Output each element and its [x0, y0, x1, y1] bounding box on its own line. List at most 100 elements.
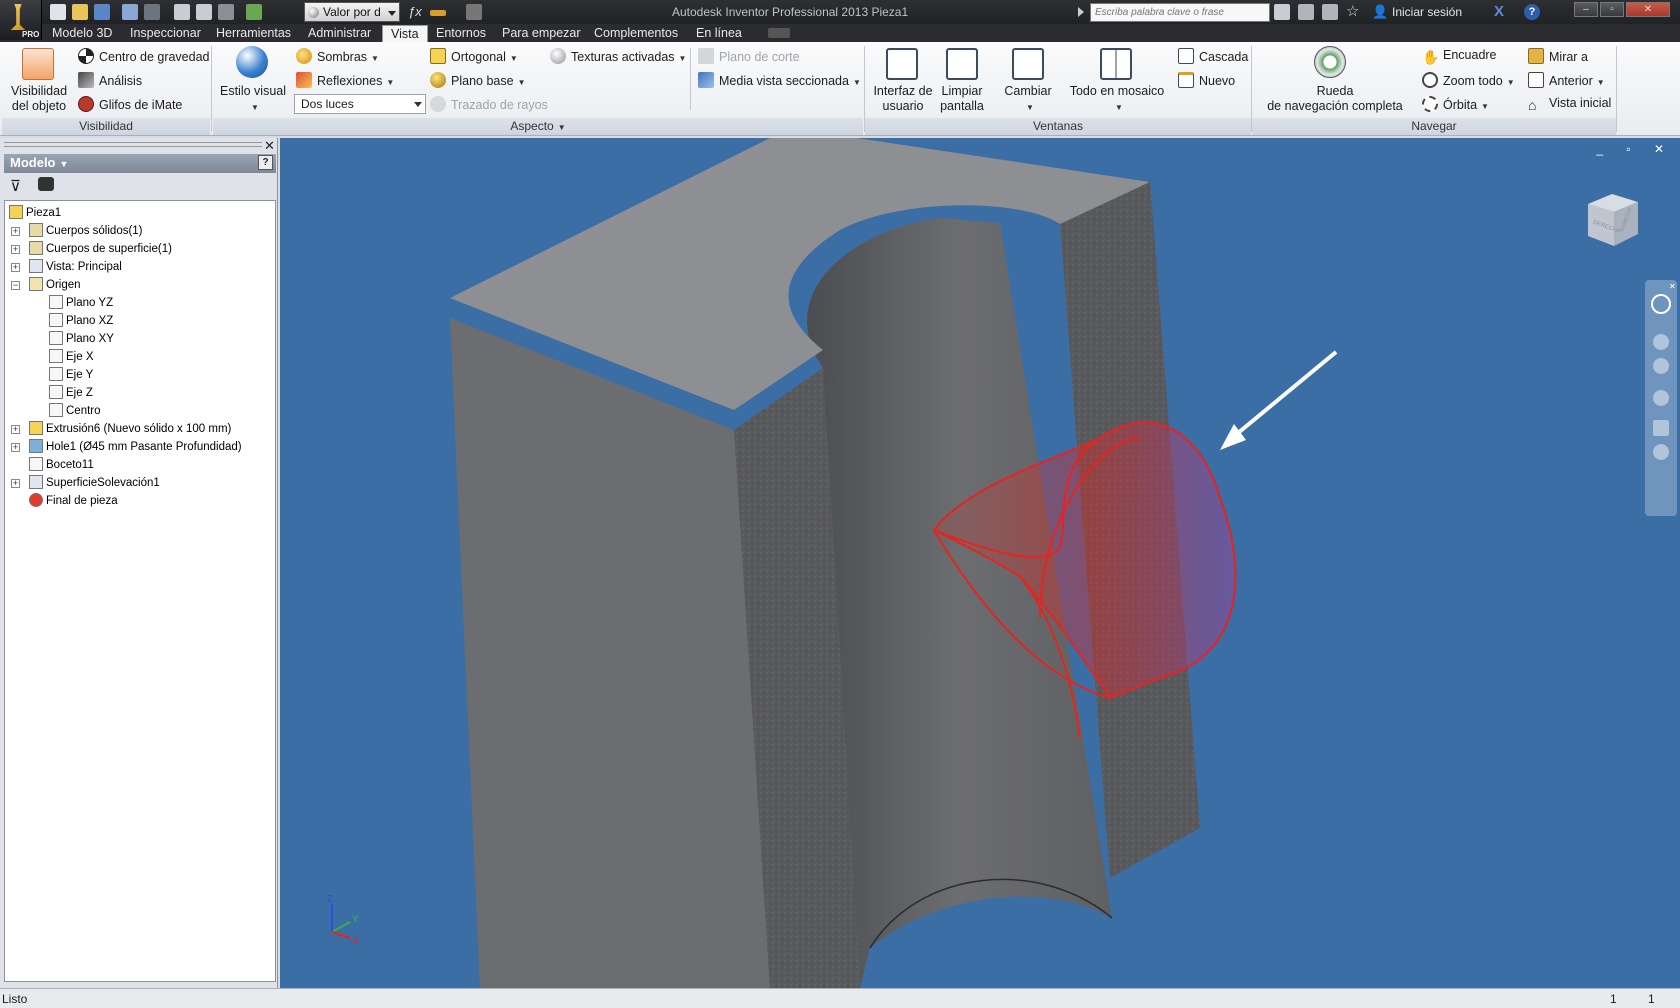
- minimize-button[interactable]: –: [1574, 2, 1598, 17]
- tree-node[interactable]: Plano XZ: [49, 313, 113, 330]
- tab-herramientas[interactable]: Herramientas: [208, 25, 299, 42]
- tree-node[interactable]: Boceto11: [29, 457, 94, 474]
- viewcube[interactable]: DERECHA DERECHA: [1580, 188, 1644, 252]
- help-icon[interactable]: ?: [258, 155, 273, 170]
- tree-node[interactable]: Hole1 (Ø45 mm Pasante Profundidad): [29, 439, 242, 456]
- ground-plane-button[interactable]: Plano base ▼: [430, 72, 525, 88]
- imate-glyphs-button[interactable]: Glifos de iMate: [78, 96, 182, 112]
- tree-node[interactable]: Cuerpos sólidos(1): [29, 223, 143, 240]
- print-icon[interactable]: [174, 4, 190, 20]
- visual-style-icon[interactable]: [236, 46, 268, 78]
- close-window-button[interactable]: ✕: [1626, 2, 1670, 17]
- full-navigation-wheel-button[interactable]: Rueda de navegación completa: [1260, 84, 1410, 114]
- color-override-icon[interactable]: [430, 10, 446, 16]
- new-window-button[interactable]: Nuevo: [1178, 72, 1235, 88]
- appearance-nav-icon[interactable]: [1653, 444, 1669, 460]
- tree-expander-icon[interactable]: +: [11, 479, 20, 488]
- tree-node[interactable]: Plano YZ: [49, 295, 113, 312]
- app-menu-button[interactable]: PRO: [0, 0, 42, 40]
- update-icon[interactable]: [246, 4, 262, 20]
- properties-icon[interactable]: [196, 4, 212, 20]
- orbit-nav-icon[interactable]: [1653, 390, 1669, 406]
- orthographic-button[interactable]: Ortogonal ▼: [430, 48, 518, 64]
- tools-icon[interactable]: [1322, 4, 1338, 20]
- orbit-button[interactable]: Órbita ▼: [1422, 96, 1489, 112]
- tree-node[interactable]: Final de pieza: [29, 493, 118, 510]
- navbar-close-icon[interactable]: ✕: [1669, 282, 1676, 291]
- tab-administrar[interactable]: Administrar: [300, 25, 379, 42]
- exchange-icon[interactable]: X: [1494, 4, 1510, 20]
- lighting-style-dropdown[interactable]: Dos luces: [294, 94, 426, 114]
- tree-expander-icon[interactable]: +: [11, 263, 20, 272]
- save-icon[interactable]: [94, 4, 110, 20]
- ribbon-display-toggle-icon[interactable]: [768, 28, 790, 38]
- clean-screen-icon[interactable]: [946, 48, 978, 80]
- undo-icon[interactable]: [122, 4, 138, 20]
- ray-tracing-button[interactable]: Trazado de rayos: [430, 96, 548, 112]
- look-at-nav-icon[interactable]: [1653, 420, 1669, 436]
- home-view-button[interactable]: ⌂ Vista inicial: [1528, 96, 1611, 113]
- object-visibility-button[interactable]: Visibilidad del objeto: [6, 84, 72, 114]
- user-interface-button[interactable]: Interfaz de usuario: [870, 84, 936, 114]
- tree-node[interactable]: Eje Y: [49, 367, 93, 384]
- tree-node[interactable]: Extrusión6 (Nuevo sólido x 100 mm): [29, 421, 231, 438]
- object-visibility-icon[interactable]: [22, 48, 54, 80]
- tree-node[interactable]: Eje Z: [49, 385, 93, 402]
- part-front-face[interactable]: [450, 318, 770, 988]
- close-icon[interactable]: ✕: [264, 138, 275, 154]
- maximize-button[interactable]: ▫: [1600, 2, 1624, 17]
- look-at-button[interactable]: Mirar a: [1528, 48, 1588, 64]
- search-input[interactable]: Escriba palabra clave o frase: [1090, 3, 1270, 22]
- tab-en-linea[interactable]: En línea: [688, 25, 750, 42]
- steering-wheel-nav-icon[interactable]: [1651, 294, 1671, 314]
- pan-nav-icon[interactable]: [1653, 334, 1669, 350]
- tree-node[interactable]: Vista: Principal: [29, 259, 122, 276]
- tile-all-button[interactable]: Todo en mosaico ▼: [1066, 84, 1168, 115]
- model-canvas[interactable]: Z Y X: [280, 138, 1680, 988]
- filter-icon[interactable]: ⊽: [10, 177, 21, 195]
- steering-wheel-icon[interactable]: [1314, 46, 1346, 78]
- tree-node[interactable]: Cuerpos de superficie(1): [29, 241, 172, 258]
- tree-node[interactable]: Origen: [29, 277, 81, 294]
- pan-button[interactable]: ✋ Encuadre: [1422, 48, 1497, 65]
- tile-all-icon[interactable]: [1100, 48, 1132, 80]
- find-binoculars-icon[interactable]: [38, 177, 54, 191]
- zoom-all-button[interactable]: Zoom todo ▼: [1422, 72, 1515, 88]
- tree-expander-icon[interactable]: +: [11, 425, 20, 434]
- user-interface-icon[interactable]: [886, 48, 918, 80]
- binoculars-icon[interactable]: [1274, 4, 1290, 20]
- tree-expander-icon[interactable]: +: [11, 443, 20, 452]
- tab-inspeccionar[interactable]: Inspeccionar: [122, 25, 209, 42]
- switch-window-button[interactable]: Cambiar ▼: [998, 84, 1058, 115]
- section-plane-button[interactable]: Plano de corte: [698, 48, 800, 64]
- sign-in-link[interactable]: Iniciar sesión: [1392, 5, 1462, 19]
- tab-para-empezar[interactable]: Para empezar: [494, 25, 589, 42]
- cascade-button[interactable]: Cascada: [1178, 48, 1248, 64]
- search-expand-icon[interactable]: [1078, 7, 1084, 17]
- star-icon[interactable]: ☆: [1346, 4, 1362, 20]
- shadows-button[interactable]: Sombras ▼: [296, 48, 379, 64]
- center-of-gravity-button[interactable]: Centro de gravedad: [78, 48, 210, 64]
- wrench-icon[interactable]: [1298, 4, 1314, 20]
- new-file-icon[interactable]: [50, 4, 66, 20]
- graphics-viewport[interactable]: Z Y X _ ▫ ✕ DERECHA DERECHA ✕: [280, 138, 1680, 988]
- panel-title-aspecto[interactable]: Aspecto ▼: [213, 118, 863, 135]
- project-icon[interactable]: [218, 4, 234, 20]
- switch-window-icon[interactable]: [1012, 48, 1044, 80]
- tab-entornos[interactable]: Entornos: [428, 25, 494, 42]
- viewport-window-controls[interactable]: _ ▫ ✕: [1596, 142, 1674, 156]
- tab-vista[interactable]: Vista: [382, 25, 428, 42]
- tree-expander-icon[interactable]: −: [11, 281, 20, 290]
- tree-node[interactable]: Pieza1: [9, 205, 61, 222]
- tree-expander-icon[interactable]: +: [11, 227, 20, 236]
- measure-icon[interactable]: [466, 4, 482, 20]
- tab-modelo-3d[interactable]: Modelo 3D: [44, 25, 120, 42]
- panel-grip-handle[interactable]: [4, 142, 262, 147]
- tree-node[interactable]: SuperficieSolevación1: [29, 475, 160, 492]
- appearance-combo[interactable]: Valor por d: [304, 2, 400, 22]
- redo-icon[interactable]: [144, 4, 160, 20]
- textures-on-button[interactable]: Texturas activadas ▼: [550, 48, 686, 64]
- tree-node[interactable]: Centro: [49, 403, 101, 420]
- navigation-bar[interactable]: ✕: [1645, 280, 1677, 516]
- analysis-button[interactable]: Análisis: [78, 72, 142, 88]
